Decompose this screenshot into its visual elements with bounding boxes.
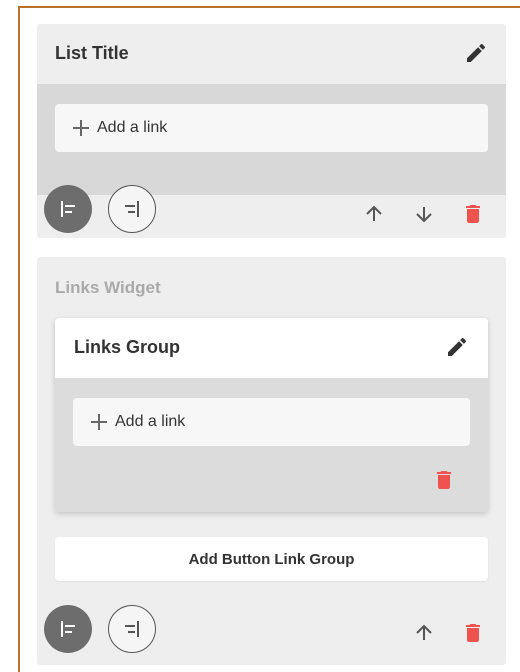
- links-widget-card: Links Widget Links Group Add a link Add …: [37, 257, 506, 665]
- list-card-footer: [37, 184, 506, 238]
- align-right-button[interactable]: [108, 605, 156, 653]
- add-link-label: Add a link: [115, 413, 186, 430]
- move-up-button[interactable]: [410, 619, 438, 647]
- trash-icon: [466, 624, 480, 642]
- add-link-button[interactable]: Add a link: [55, 104, 488, 152]
- plus-icon: [73, 120, 89, 136]
- arrow-down-icon: [416, 207, 432, 223]
- list-card-body: Add a link: [37, 84, 506, 195]
- delete-button[interactable]: [459, 200, 487, 228]
- pencil-icon[interactable]: [464, 41, 488, 65]
- links-group-card: Links Group Add a link: [55, 318, 488, 512]
- plus-icon: [91, 414, 107, 430]
- align-left-button[interactable]: [44, 605, 92, 653]
- add-link-button[interactable]: Add a link: [73, 398, 470, 446]
- list-card-header: List Title: [37, 24, 506, 84]
- trash-icon: [466, 205, 480, 223]
- align-left-icon: [61, 201, 75, 217]
- add-button-link-group-button[interactable]: Add Button Link Group: [55, 537, 488, 581]
- align-left-button[interactable]: [44, 185, 92, 233]
- links-group-header: Links Group: [55, 318, 488, 378]
- align-right-button[interactable]: [108, 185, 156, 233]
- links-group-body: Add a link: [55, 378, 488, 512]
- align-left-icon: [61, 621, 75, 637]
- arrow-up-icon: [366, 205, 382, 221]
- trash-icon: [437, 471, 451, 489]
- list-title: List Title: [55, 43, 129, 63]
- links-widget-label: Links Widget: [55, 278, 161, 297]
- links-widget-footer: [37, 602, 506, 658]
- pencil-icon[interactable]: [445, 335, 469, 359]
- align-right-icon: [125, 621, 139, 637]
- align-right-icon: [125, 201, 139, 217]
- list-card: List Title Add a link: [37, 24, 506, 238]
- arrow-up-icon: [416, 624, 432, 640]
- move-up-button[interactable]: [360, 200, 388, 228]
- delete-button[interactable]: [459, 619, 487, 647]
- add-link-label: Add a link: [97, 119, 168, 136]
- links-group-title: Links Group: [74, 337, 181, 357]
- delete-group-button[interactable]: [430, 466, 458, 494]
- move-down-button[interactable]: [410, 200, 438, 228]
